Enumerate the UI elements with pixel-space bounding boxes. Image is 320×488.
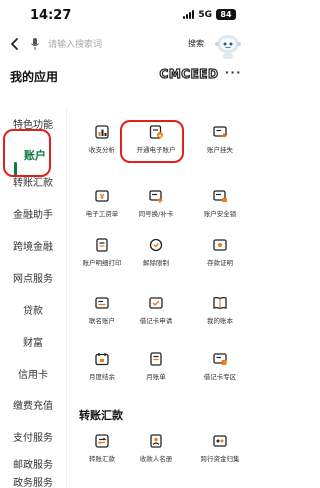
sidebar-item-label: 邮政服务 — [13, 459, 53, 471]
microphone-icon[interactable] — [29, 37, 41, 51]
report-loss-icon — [213, 126, 227, 138]
grid-item-label: 账户安全锁 — [203, 210, 237, 218]
grid-item-monthly-bill[interactable]: 月账单 — [126, 351, 186, 391]
sidebar-item-wealth[interactable]: 财富 — [0, 326, 66, 356]
sidebar-item-credit-card[interactable]: 信用卡 — [0, 358, 66, 388]
sidebar-divider — [66, 108, 67, 488]
sidebar-item-label: 财富 — [23, 337, 43, 349]
grid-item-lift-restriction[interactable]: 解除限制 — [126, 237, 186, 277]
print-icon — [96, 238, 108, 252]
sidebar-item-payment-recharge[interactable]: 缴费充值 — [0, 389, 66, 419]
grid-item-label: 收款人名册 — [139, 455, 173, 463]
payslip-icon: ¥ — [95, 190, 109, 202]
grid-item-label: 借记卡申请 — [139, 317, 173, 325]
highlight-ring-account — [3, 129, 51, 177]
unlock-icon — [149, 238, 163, 252]
payee-list-icon — [150, 434, 162, 448]
sidebar-item-payment-service[interactable]: 支付服务 — [0, 421, 66, 451]
battery-level: 84 — [220, 10, 232, 19]
svg-text:¥: ¥ — [100, 193, 105, 201]
debit-zone-icon — [213, 353, 227, 365]
grid-item-label: 电子工资单 — [85, 210, 119, 218]
grid-item-label: 跨行资金归集 — [200, 455, 240, 463]
grid-item-monthly-balance[interactable]: 月度结余 — [72, 351, 132, 391]
robot-assistant-icon[interactable] — [212, 30, 244, 62]
grid-item-my-ledger[interactable]: 我的账本 — [190, 295, 250, 335]
sidebar-item-label: 金融助手 — [13, 209, 53, 221]
security-lock-icon — [213, 190, 227, 202]
sidebar-item-loans[interactable]: 贷款 — [0, 294, 66, 324]
grid-item-label: 转账汇款 — [89, 455, 115, 463]
status-time: 14:27 — [30, 8, 72, 23]
grid-item-label: 收支分析 — [89, 146, 115, 154]
highlight-ring-open-e-account — [120, 120, 184, 163]
grid-item-label: 我的账本 — [207, 317, 233, 325]
sidebar-item-finance-assistant[interactable]: 金融助手 — [0, 198, 66, 228]
fund-collection-icon — [213, 435, 227, 447]
transfer-icon — [95, 434, 109, 448]
grid-item-debit-zone[interactable]: 借记卡专区 — [190, 351, 250, 391]
brand-logo-text: CMCEED — [160, 67, 219, 81]
battery-icon: 84 — [216, 9, 236, 20]
grid-item-payslip[interactable]: ¥ 电子工资单 — [72, 188, 132, 228]
more-menu-button[interactable]: ··· — [225, 64, 242, 80]
debit-apply-icon — [149, 297, 163, 309]
network-label: 5G — [198, 9, 212, 20]
grid-item-security-lock[interactable]: 账户安全锁 — [190, 188, 250, 228]
grid-item-label: 月度结余 — [89, 373, 115, 381]
grid-item-label: 同号换/补卡 — [138, 210, 174, 218]
grid-item-label: 月账单 — [146, 373, 166, 381]
grid-item-transfer[interactable]: 转账汇款 — [72, 433, 132, 473]
signal-icon — [183, 10, 195, 19]
page-title: 我的应用 — [10, 70, 59, 84]
grid-item-fund-collection[interactable]: 跨行资金归集 — [190, 433, 250, 473]
search-input[interactable] — [48, 35, 178, 55]
joint-account-icon — [95, 297, 109, 309]
sidebar-item-label: 信用卡 — [18, 369, 48, 381]
monthly-bill-icon — [150, 352, 162, 366]
grid-item-label: 存款证明 — [207, 259, 233, 267]
search-bar: 搜索 — [0, 30, 250, 60]
grid-item-joint-account[interactable]: 联名账户 — [72, 295, 132, 335]
section-title-transfer: 转账汇款 — [79, 409, 123, 422]
grid-item-debit-apply[interactable]: 借记卡申请 — [126, 295, 186, 335]
grid-item-statement-print[interactable]: 账户明细打印 — [72, 237, 132, 277]
grid-item-deposit-proof[interactable]: 存款证明 — [190, 237, 250, 277]
ledger-icon — [213, 296, 227, 310]
search-button[interactable]: 搜索 — [188, 38, 204, 49]
sidebar-item-label: 贷款 — [23, 305, 43, 317]
grid-item-report-loss[interactable]: 账户挂失 — [190, 124, 250, 164]
grid-item-label: 解除限制 — [143, 259, 169, 267]
grid-item-label: 借记卡专区 — [203, 373, 237, 381]
sidebar-item-branch-service[interactable]: 网点服务 — [0, 262, 66, 292]
sidebar-item-label: 支付服务 — [13, 432, 53, 444]
deposit-proof-icon — [213, 239, 227, 251]
status-indicators: 5G 84 — [183, 9, 236, 20]
grid-item-payee-list[interactable]: 收款人名册 — [126, 433, 186, 473]
chart-icon — [95, 125, 109, 139]
status-bar: 14:27 5G 84 — [0, 0, 250, 30]
brand-logo: CMCEED — [159, 66, 219, 81]
grid-item-label: 联名账户 — [89, 317, 115, 325]
grid-item-label: 账户明细打印 — [82, 259, 122, 267]
sidebar-item-label: 跨境金融 — [13, 241, 53, 253]
sidebar-item-label: 缴费充值 — [13, 400, 53, 412]
grid-item-label: 账户挂失 — [207, 146, 233, 154]
back-icon[interactable] — [8, 37, 22, 51]
sidebar-item-cross-border[interactable]: 跨境金融 — [0, 230, 66, 260]
card-replace-icon — [149, 190, 163, 203]
grid-item-card-replace[interactable]: 同号换/补卡 — [126, 188, 186, 228]
sidebar-item-government-service[interactable]: 政务服务 — [0, 474, 66, 488]
sidebar-item-label: 政务服务 — [13, 477, 53, 488]
sidebar-item-label: 网点服务 — [13, 273, 53, 285]
monthly-balance-icon — [95, 353, 109, 366]
